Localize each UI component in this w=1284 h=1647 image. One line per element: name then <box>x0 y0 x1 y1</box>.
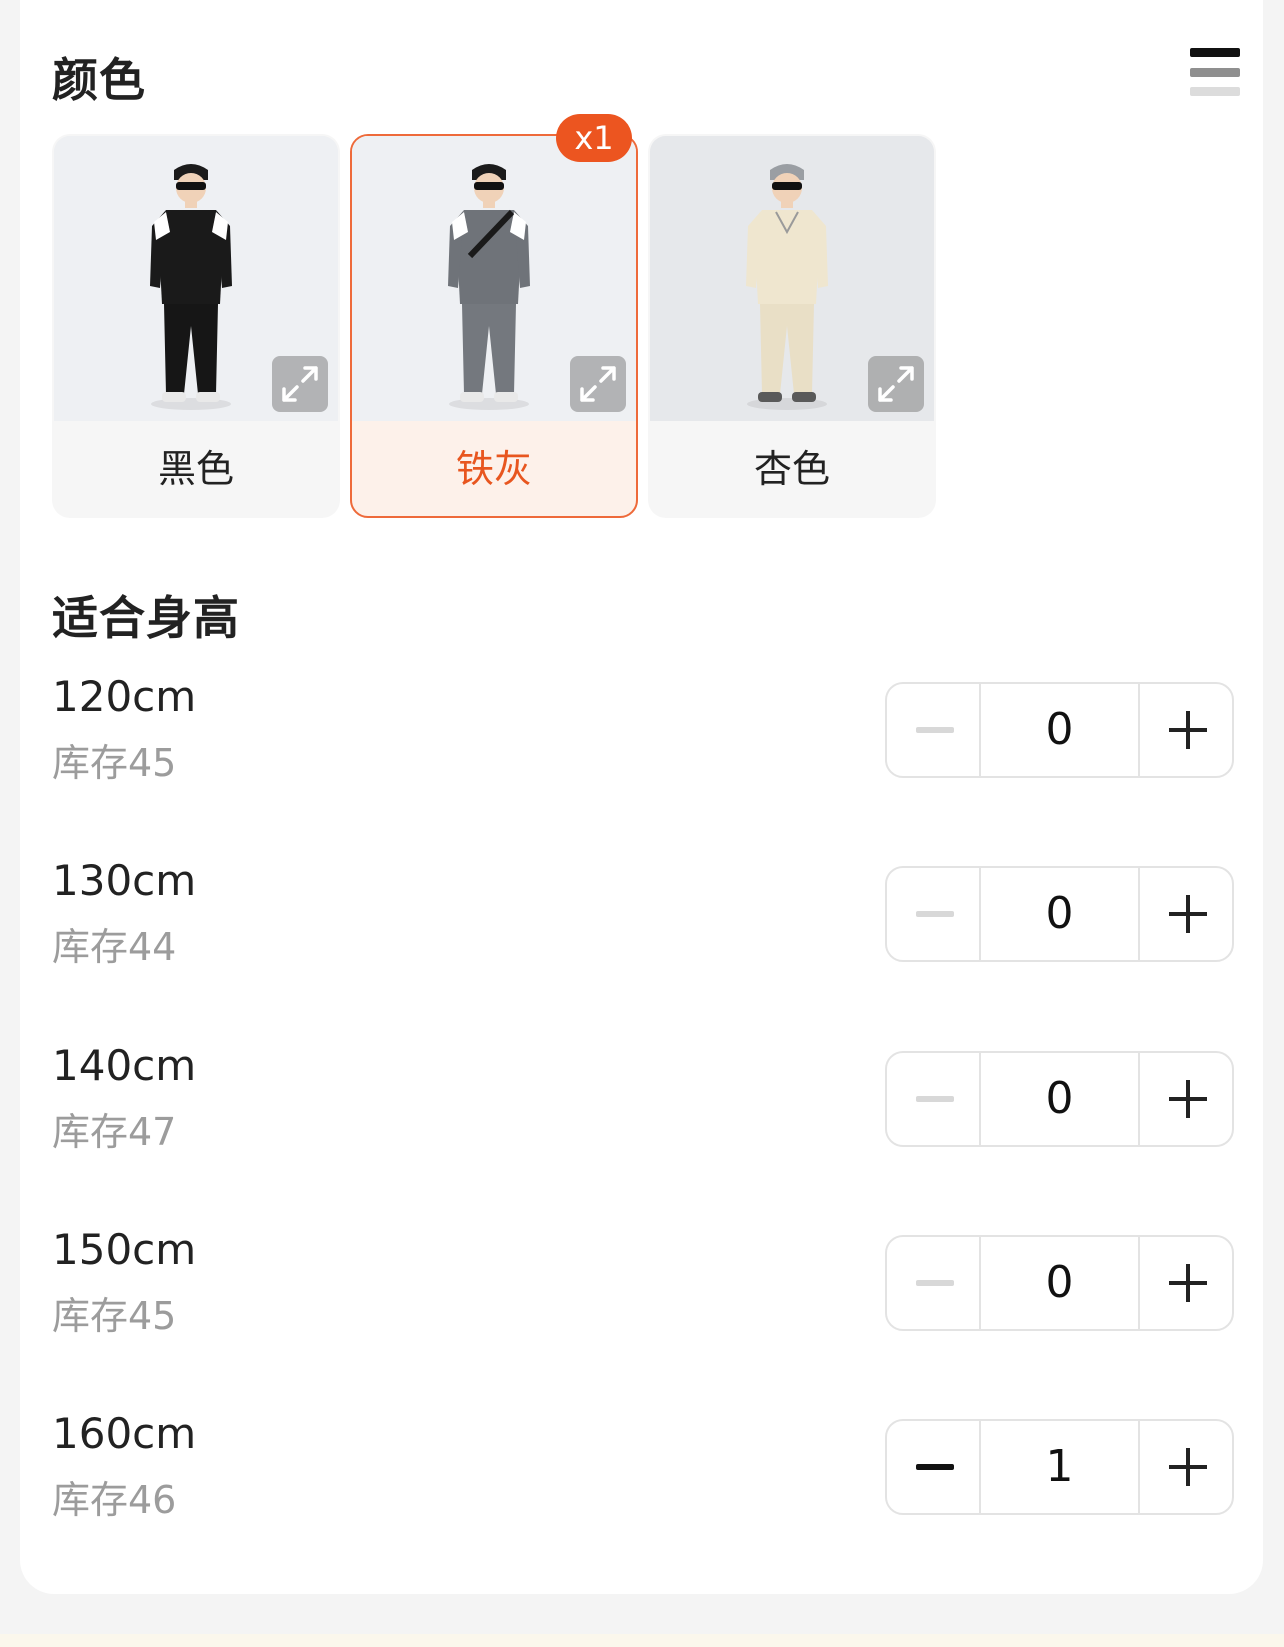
stock-label: 库存46 <box>52 1478 177 1522</box>
increment-button[interactable] <box>1138 1421 1232 1513</box>
stock-label: 库存45 <box>52 1294 177 1338</box>
quantity-input[interactable] <box>981 1237 1138 1329</box>
decrement-button[interactable] <box>887 1421 981 1513</box>
size-label: 130cm <box>52 856 197 905</box>
list-view-icon[interactable] <box>1190 48 1240 96</box>
stock-label: 库存44 <box>52 925 177 969</box>
expand-icon[interactable] <box>868 356 924 412</box>
quantity-stepper <box>885 682 1234 778</box>
color-option-black[interactable]: 黑色 <box>52 134 340 518</box>
increment-button[interactable] <box>1138 1237 1232 1329</box>
minus-icon <box>916 911 954 917</box>
size-row: 120cm 库存45 <box>52 672 1234 785</box>
size-row: 140cm 库存47 <box>52 1041 1234 1154</box>
decrement-button[interactable] <box>887 1237 981 1329</box>
quantity-input[interactable] <box>981 1421 1138 1513</box>
quantity-stepper <box>885 1235 1234 1331</box>
height-section-title: 适合身高 <box>52 591 240 645</box>
increment-button[interactable] <box>1138 684 1232 776</box>
size-row: 150cm 库存45 <box>52 1225 1234 1338</box>
size-label: 120cm <box>52 672 197 721</box>
quantity-stepper <box>885 866 1234 962</box>
size-label: 150cm <box>52 1225 197 1274</box>
size-row: 130cm 库存44 <box>52 856 1234 969</box>
size-row: 160cm 库存46 <box>52 1409 1234 1522</box>
increment-button[interactable] <box>1138 1053 1232 1145</box>
increment-button[interactable] <box>1138 868 1232 960</box>
stock-label: 库存45 <box>52 741 177 785</box>
expand-icon[interactable] <box>570 356 626 412</box>
quantity-stepper <box>885 1051 1234 1147</box>
minus-icon <box>916 1280 954 1286</box>
color-option-label: 杏色 <box>753 447 830 491</box>
decrement-button[interactable] <box>887 1053 981 1145</box>
decrement-button[interactable] <box>887 684 981 776</box>
color-option-iron-gray[interactable]: 铁灰 x1 <box>350 114 638 518</box>
color-section-title: 颜色 <box>52 53 146 107</box>
menu-bar-middle <box>1190 68 1240 77</box>
color-option-label: 黑色 <box>157 447 234 491</box>
size-label: 160cm <box>52 1409 197 1458</box>
menu-bar-top <box>1190 48 1240 57</box>
size-label: 140cm <box>52 1041 197 1090</box>
minus-icon <box>916 727 954 733</box>
quantity-input[interactable] <box>981 868 1138 960</box>
bottom-bar-edge <box>0 1634 1284 1647</box>
minus-icon <box>916 1096 954 1102</box>
quantity-input[interactable] <box>981 684 1138 776</box>
sku-selector-page: 颜色 黑色 铁灰 x1 杏色 适合身高 120cm 库存45 0 130cm 库… <box>0 0 1284 1647</box>
selected-count-badge: x1 <box>556 114 632 162</box>
quantity-stepper <box>885 1419 1234 1515</box>
stock-label: 库存47 <box>52 1110 177 1154</box>
menu-bar-bottom <box>1190 87 1240 96</box>
quantity-input[interactable] <box>981 1053 1138 1145</box>
color-option-label: 铁灰 <box>455 447 532 491</box>
expand-icon[interactable] <box>272 356 328 412</box>
color-option-apricot[interactable]: 杏色 <box>648 134 936 518</box>
decrement-button[interactable] <box>887 868 981 960</box>
minus-icon <box>916 1464 954 1470</box>
